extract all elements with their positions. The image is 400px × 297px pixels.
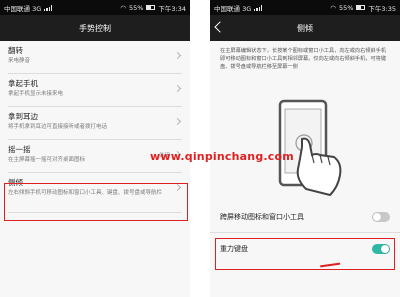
row-title: 跨屏移动图标和窗口小工具 [220, 212, 304, 221]
item-subtitle: 来电静音 [8, 58, 31, 64]
cross-screen-move-toggle[interactable] [372, 211, 390, 222]
battery-icon [356, 5, 366, 10]
hand-phone-illustration-icon [278, 99, 342, 197]
signal-icon [254, 4, 262, 11]
list-item-raise-to-ear[interactable]: 拿到耳边 将手机拿到耳边可直接接听或者拨打电话 [8, 107, 182, 140]
title-bar: 侧倾 [210, 15, 400, 41]
item-title: 翻转 [8, 46, 23, 55]
clock-time: 下午3:34 [158, 4, 186, 13]
phone-screen-gesture-control: 中国联通 3G ◠ 55% 下午3:34 手势控制 翻转 来电静音 拿起手机 拿… [0, 0, 190, 297]
item-title: 拿起手机 [8, 79, 38, 88]
battery-icon [146, 5, 156, 10]
list-item-pick-up[interactable]: 拿起手机 拿起手机显示未接来电 [8, 74, 182, 107]
status-bar: 中国联通 3G ◠ 55% 下午3:34 [0, 0, 190, 15]
highlight-box-tilt-item [4, 183, 188, 221]
wifi-icon: ◠ [330, 3, 336, 12]
status-bar: 中国联通 3G ◠ 55% 下午3:35 [210, 0, 400, 15]
item-title: 拿到耳边 [8, 112, 38, 121]
clock-time: 下午3:35 [368, 4, 396, 13]
item-subtitle: 拿起手机显示未接来电 [8, 91, 64, 97]
battery-percent: 55% [338, 3, 354, 12]
battery-percent: 55% [128, 3, 144, 12]
back-arrow-icon[interactable] [214, 21, 226, 33]
title-bar: 手势控制 [0, 15, 190, 41]
highlight-box-gravity-keyboard [215, 238, 395, 270]
setting-row-cross-screen-move[interactable]: 跨屏移动图标和窗口小工具 [210, 201, 400, 233]
page-title: 侧倾 [297, 23, 313, 33]
tilt-description: 在主屏幕编辑状态下，长按某个图标或窗口小工具，向左或向右倾斜手机即可移动图标和窗… [220, 48, 387, 70]
carrier-text: 中国联通 3G [4, 4, 42, 13]
wifi-icon: ◠ [120, 3, 126, 12]
tilt-illustration [210, 97, 400, 197]
page-title: 手势控制 [79, 23, 111, 33]
item-subtitle: 将手机拿到耳边可直接接听或者拨打电话 [8, 124, 108, 130]
watermark-text: www.qinpinchang.com [150, 150, 294, 163]
list-item-flip[interactable]: 翻转 来电静音 [8, 41, 182, 74]
carrier-text: 中国联通 3G [214, 4, 252, 13]
signal-icon [44, 4, 52, 11]
